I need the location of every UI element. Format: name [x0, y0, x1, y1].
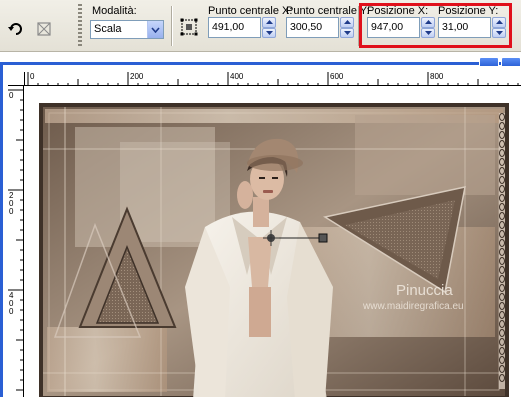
ruler-horizontal: 0 200 400 600 800 — [25, 72, 521, 86]
mode-label: Modalità: — [92, 5, 137, 17]
ruler-label: 200 — [9, 191, 14, 216]
center-y-field[interactable]: 300,50 — [286, 17, 354, 38]
image-canvas[interactable]: Pinuccia www.maidiregrafica.eu — [25, 87, 521, 397]
ruler-label: 400 — [230, 72, 244, 81]
rotation-handle[interactable] — [318, 233, 328, 243]
center-x-field[interactable]: 491,00 — [208, 17, 276, 38]
center-y-input[interactable]: 300,50 — [286, 17, 339, 38]
ruler-corner — [8, 72, 25, 86]
spin-up-icon[interactable] — [340, 17, 354, 28]
transform-box-icon[interactable] — [178, 16, 200, 38]
watermark-name: Pinuccia — [396, 282, 453, 299]
position-highlight-box — [359, 3, 512, 48]
no-transform-icon[interactable] — [33, 18, 55, 40]
ruler-label: 600 — [330, 72, 344, 81]
artwork: Pinuccia www.maidiregrafica.eu — [39, 103, 509, 397]
mode-select[interactable]: Scala — [90, 20, 164, 39]
minimize-button[interactable] — [479, 57, 499, 67]
chevron-down-icon[interactable] — [147, 21, 163, 38]
spin-down-icon[interactable] — [262, 27, 276, 38]
center-x-input[interactable]: 491,00 — [208, 17, 261, 38]
maximize-button[interactable] — [501, 57, 521, 67]
toolbar-separator — [171, 6, 172, 46]
ruler-vertical: 0 200 400 — [8, 86, 24, 397]
reset-rotate-icon[interactable] — [6, 18, 28, 40]
ruler-ticks — [27, 72, 519, 86]
ruler-label: 400 — [9, 291, 14, 316]
ruler-label: 0 — [30, 72, 35, 81]
ruler-label: 0 — [9, 91, 14, 100]
tool-options-bar: Modalità: Scala Punto centrale X: 491,00… — [0, 0, 521, 52]
window-controls — [479, 57, 521, 67]
center-x-spinner[interactable] — [262, 17, 276, 38]
center-y-spinner[interactable] — [340, 17, 354, 38]
document-window: 0 200 400 600 800 0 200 400 Pinuccia www… — [0, 57, 521, 397]
spin-up-icon[interactable] — [262, 17, 276, 28]
spin-down-icon[interactable] — [340, 27, 354, 38]
ruler-label: 200 — [130, 72, 144, 81]
mode-value: Scala — [94, 23, 122, 35]
center-x-label: Punto centrale X: — [208, 5, 293, 17]
ruler-label: 800 — [430, 72, 444, 81]
ruler-ticks — [8, 89, 24, 391]
toolbar-grip[interactable] — [78, 4, 82, 48]
watermark-url: www.maidiregrafica.eu — [362, 301, 464, 312]
